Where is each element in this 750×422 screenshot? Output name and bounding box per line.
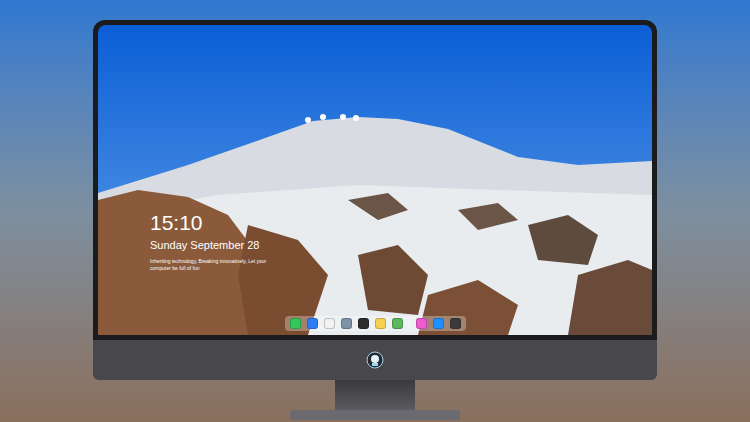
screen: 15:10 Sunday September 28 Inheriting tec… [98, 25, 652, 335]
dock-app-icon[interactable] [324, 318, 335, 329]
dock-app-icon[interactable] [433, 318, 444, 329]
dock [285, 316, 466, 331]
monitor-base [290, 410, 460, 420]
backdrop: 15:10 Sunday September 28 Inheriting tec… [0, 0, 750, 422]
monitor-bezel: 15:10 Sunday September 28 Inheriting tec… [93, 20, 657, 340]
dock-app-icon[interactable] [450, 318, 461, 329]
dock-separator [409, 319, 410, 329]
wallpaper-photo [98, 25, 652, 335]
tagline: Inheriting technology, Breaking innovati… [150, 258, 270, 272]
dock-app-icon[interactable] [392, 318, 403, 329]
dock-app-icon[interactable] [375, 318, 386, 329]
lock-info: 15:10 Sunday September 28 Inheriting tec… [150, 210, 350, 272]
clock: 15:10 [150, 210, 350, 236]
brand-logo-icon [366, 351, 384, 369]
dock-app-icon[interactable] [341, 318, 352, 329]
dock-app-icon[interactable] [290, 318, 301, 329]
dock-app-icon[interactable] [307, 318, 318, 329]
dock-app-icon[interactable] [358, 318, 369, 329]
dock-app-icon[interactable] [416, 318, 427, 329]
monitor-chin [93, 340, 657, 380]
date: Sunday September 28 [150, 238, 350, 252]
monitor-neck [335, 380, 415, 410]
